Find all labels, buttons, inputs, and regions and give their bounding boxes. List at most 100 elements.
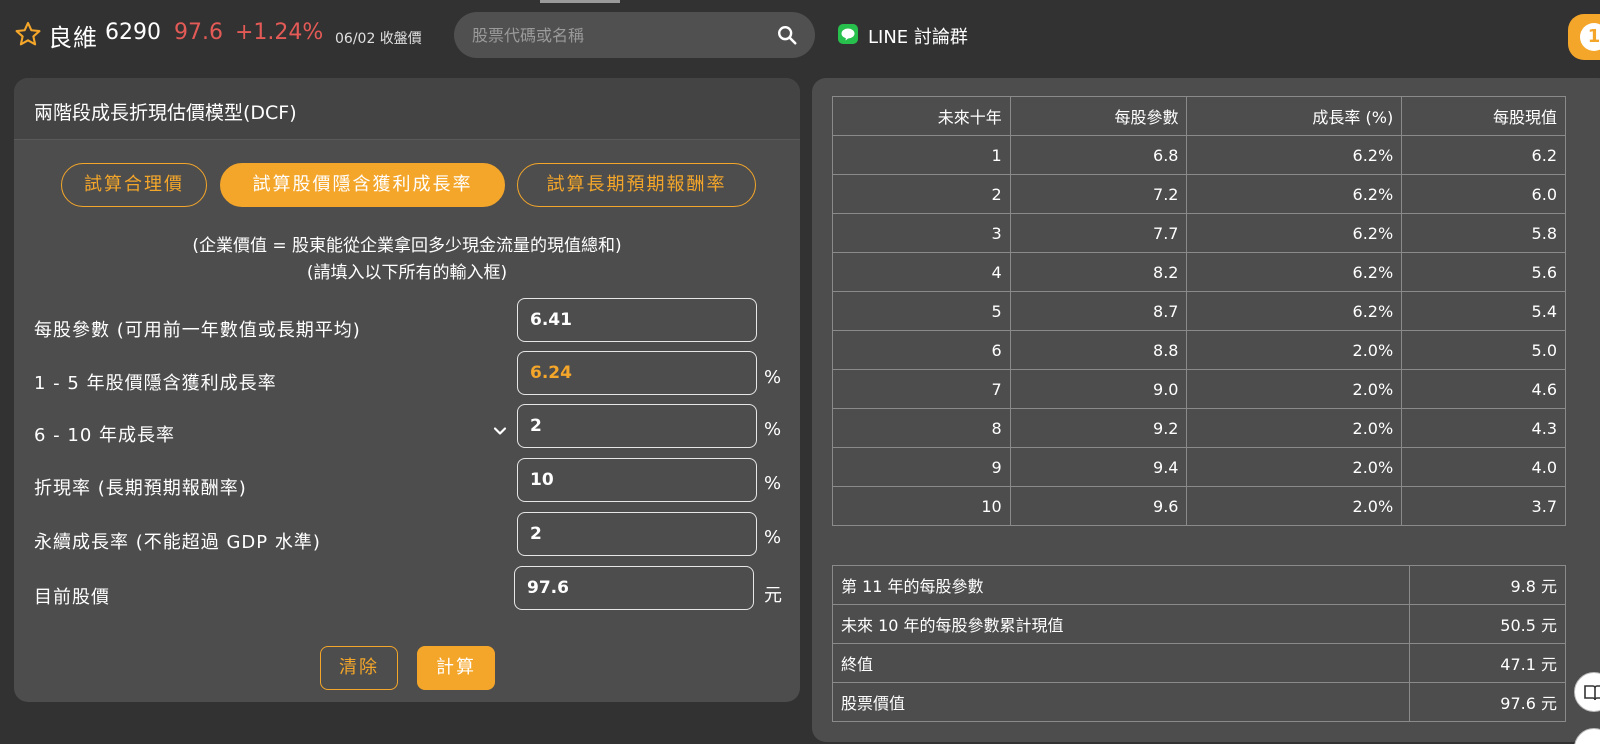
notification-count: 1 <box>1580 23 1600 51</box>
cell-year: 3 <box>832 213 1011 253</box>
close-date: 06/02 收盤價 <box>335 31 422 47</box>
book-icon[interactable] <box>1574 672 1600 712</box>
cell-eps: 7.7 <box>1009 213 1188 253</box>
field-label-growth-1-5: 1 - 5 年股價隱含獲利成長率 <box>34 373 277 394</box>
summary-row: 終值 47.1 元 <box>831 643 1566 683</box>
cell-growth: 2.0% <box>1186 486 1403 526</box>
table-row: 10 9.6 2.0% 3.7 <box>832 486 1566 526</box>
unit-percent: % <box>764 367 782 388</box>
summary-label: 第 11 年的每股參數 <box>831 565 1411 605</box>
table-row: 9 9.4 2.0% 4.0 <box>832 447 1566 487</box>
column-header: 每股參數 <box>1009 96 1188 136</box>
cell-growth: 2.0% <box>1186 369 1403 409</box>
cell-year: 10 <box>832 486 1011 526</box>
tab-expected-return[interactable]: 試算長期預期報酬率 <box>517 163 756 207</box>
summary-value: 50.5 元 <box>1409 604 1566 644</box>
description-instruction: (請填入以下所有的輸入框) <box>306 263 508 283</box>
table-row: 1 6.8 6.2% 6.2 <box>832 135 1566 175</box>
current-price-input[interactable] <box>514 566 754 610</box>
cell-growth: 6.2% <box>1186 291 1403 331</box>
cell-eps: 8.7 <box>1009 291 1188 331</box>
top-bar: 良維 6290 97.6 +1.24% 06/02 收盤價 LINE 討論群 1 <box>0 0 1600 70</box>
table-row: 6 8.8 2.0% 5.0 <box>832 330 1566 370</box>
table-row: 4 8.2 6.2% 5.6 <box>832 252 1566 292</box>
dcf-calculator-panel: 兩階段成長折現估價模型(DCF) 試算合理價 試算股價隱含獲利成長率 試算長期預… <box>14 78 800 702</box>
cell-eps: 6.8 <box>1009 135 1188 175</box>
panel-title: 兩階段成長折現估價模型(DCF) <box>34 102 297 124</box>
cell-growth: 6.2% <box>1186 213 1403 253</box>
star-icon[interactable] <box>14 20 42 48</box>
cell-present-value: 4.6 <box>1401 369 1566 409</box>
summary-value: 9.8 元 <box>1409 565 1566 605</box>
field-label-perpetual-growth: 永續成長率 (不能超過 GDP 水準) <box>34 532 321 553</box>
cell-year: 6 <box>832 330 1011 370</box>
summary-row: 股票價值 97.6 元 <box>831 682 1566 722</box>
stock-price: 97.6 <box>174 20 223 45</box>
cell-present-value: 5.0 <box>1401 330 1566 370</box>
field-label-discount-rate: 折現率 (長期預期報酬率) <box>34 478 247 499</box>
table-header-row: 未來十年 每股參數 成長率 (%) 每股現值 <box>832 96 1566 136</box>
growth-1-5-input[interactable] <box>517 351 757 395</box>
cell-present-value: 4.3 <box>1401 408 1566 448</box>
panel-header: 兩階段成長折現估價模型(DCF) <box>14 78 800 140</box>
cell-eps: 9.2 <box>1009 408 1188 448</box>
table-row: 7 9.0 2.0% 4.6 <box>832 369 1566 409</box>
unit-percent: % <box>764 473 782 494</box>
table-row: 8 9.2 2.0% 4.3 <box>832 408 1566 448</box>
search-icon[interactable] <box>776 24 798 46</box>
unit-yuan: 元 <box>764 585 782 606</box>
cell-present-value: 3.7 <box>1401 486 1566 526</box>
summary-row: 未來 10 年的每股參數累計現值 50.5 元 <box>831 604 1566 644</box>
cell-eps: 9.4 <box>1009 447 1188 487</box>
table-row: 2 7.2 6.2% 6.0 <box>832 174 1566 214</box>
cell-present-value: 5.8 <box>1401 213 1566 253</box>
stock-code: 6290 <box>105 20 161 45</box>
table-row: 5 8.7 6.2% 5.4 <box>832 291 1566 331</box>
column-header: 未來十年 <box>832 96 1011 136</box>
table-row: 3 7.7 6.2% 5.8 <box>832 213 1566 253</box>
column-header: 每股現值 <box>1401 96 1566 136</box>
calculate-button[interactable]: 計算 <box>417 646 495 690</box>
search-input[interactable] <box>472 12 772 58</box>
cell-growth: 6.2% <box>1186 135 1403 175</box>
cell-present-value: 6.2 <box>1401 135 1566 175</box>
cell-eps: 9.6 <box>1009 486 1188 526</box>
description-formula: (企業價值 = 股東能從企業拿回多少現金流量的現值總和) <box>192 236 622 256</box>
cell-growth: 6.2% <box>1186 174 1403 214</box>
eps-input[interactable] <box>517 298 757 342</box>
cell-growth: 2.0% <box>1186 447 1403 487</box>
summary-label: 未來 10 年的每股參數累計現值 <box>831 604 1411 644</box>
summary-row: 第 11 年的每股參數 9.8 元 <box>831 565 1566 605</box>
cell-eps: 8.2 <box>1009 252 1188 292</box>
search-box <box>454 12 815 58</box>
cell-eps: 8.8 <box>1009 330 1188 370</box>
stock-name: 良維 <box>48 24 98 52</box>
perpetual-growth-input[interactable] <box>517 512 757 556</box>
summary-value: 97.6 元 <box>1409 682 1566 722</box>
clear-button[interactable]: 清除 <box>320 646 398 690</box>
cell-eps: 9.0 <box>1009 369 1188 409</box>
summary-value: 47.1 元 <box>1409 643 1566 683</box>
discount-rate-input[interactable] <box>517 458 757 502</box>
summary-table: 第 11 年的每股參數 9.8 元 未來 10 年的每股參數累計現值 50.5 元 … <box>831 565 1566 722</box>
line-group-link[interactable]: LINE 討論群 <box>868 23 968 49</box>
cell-year: 8 <box>832 408 1011 448</box>
notification-badge[interactable]: 1 <box>1568 14 1600 60</box>
cell-growth: 2.0% <box>1186 330 1403 370</box>
field-label-eps: 每股參數 (可用前一年數值或長期平均) <box>34 320 361 341</box>
top-divider <box>540 0 620 3</box>
chevron-down-icon[interactable] <box>492 423 508 439</box>
cell-growth: 6.2% <box>1186 252 1403 292</box>
tab-implied-growth[interactable]: 試算股價隱含獲利成長率 <box>220 163 505 207</box>
cell-growth: 2.0% <box>1186 408 1403 448</box>
cell-present-value: 5.4 <box>1401 291 1566 331</box>
tab-fair-price[interactable]: 試算合理價 <box>61 163 207 207</box>
cell-eps: 7.2 <box>1009 174 1188 214</box>
cell-present-value: 4.0 <box>1401 447 1566 487</box>
cell-year: 1 <box>832 135 1011 175</box>
column-header: 成長率 (%) <box>1186 96 1403 136</box>
growth-6-10-input[interactable] <box>517 404 757 448</box>
line-chat-icon[interactable] <box>838 24 858 44</box>
cell-present-value: 6.0 <box>1401 174 1566 214</box>
summary-label: 股票價值 <box>831 682 1411 722</box>
